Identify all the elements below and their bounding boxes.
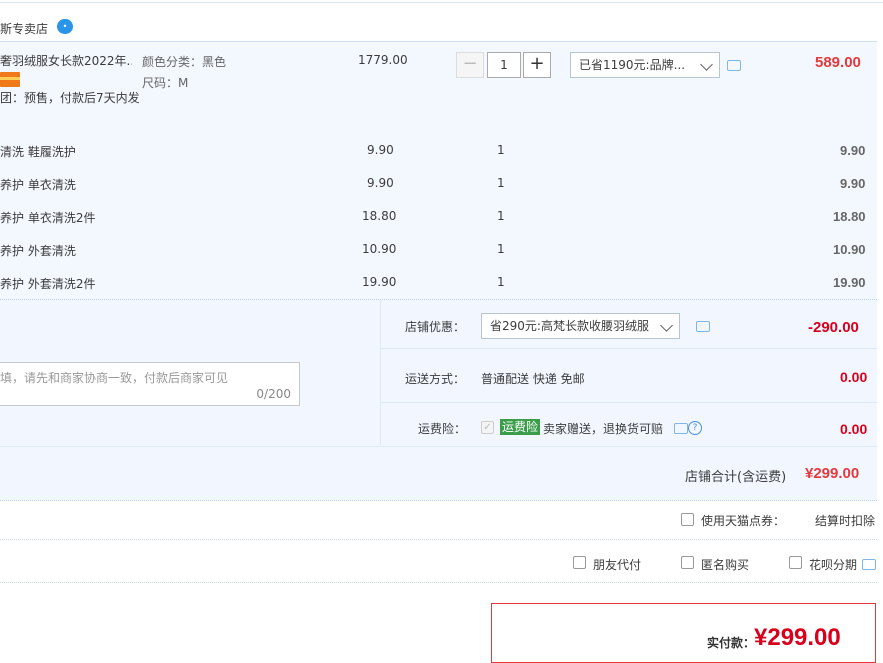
huabei-checkbox[interactable]: [789, 556, 802, 569]
wangwang-icon[interactable]: •: [57, 19, 73, 34]
coupon-checkbox[interactable]: [681, 513, 694, 526]
service-subtotal: 9.90: [840, 176, 866, 191]
card-icon: [0, 72, 20, 87]
shipping-value: 普通配送 快递 免邮: [481, 372, 585, 386]
shipping-amount: 0.00: [840, 369, 868, 385]
service-price: 9.90: [367, 143, 394, 157]
service-qty: 1: [497, 275, 505, 289]
presale-note: 团：预售，付款后7天内发: [0, 91, 140, 105]
service-row-4: 养护 外套清洗 10.90 1 10.90: [0, 242, 877, 262]
buyer-message-field[interactable]: 填，请先和商家协商一致，付款后商家可见 0/200: [0, 362, 300, 406]
service-price: 18.80: [362, 209, 397, 223]
item-subtotal: 589.00: [815, 54, 861, 71]
service-name: 养护 单衣清洗: [0, 178, 76, 192]
service-row-5: 养护 外套清洗2件 19.90 1 19.90: [0, 275, 877, 295]
message-counter: 0/200: [256, 387, 291, 401]
store-total-amount: ¥299.00: [805, 465, 860, 482]
coupon-label: 使用天猫点券：: [701, 514, 786, 528]
insurance-label: 运费险：: [418, 422, 467, 436]
chevron-down-icon: [660, 319, 673, 332]
insurance-desc: 卖家赠送，退换货可赔: [543, 422, 664, 436]
store-discount-select[interactable]: 省290元:高梵长款收腰羽绒服: [481, 313, 680, 339]
store-name[interactable]: 斯专卖店: [0, 20, 48, 37]
chat-icon[interactable]: [727, 60, 741, 71]
service-qty: 1: [497, 176, 505, 190]
pay-label: 实付款：: [707, 636, 756, 650]
service-row-1: 清洗 鞋履洗护 9.90 1 9.90: [0, 143, 877, 163]
unit-price: 1779.00: [358, 53, 408, 67]
qty-input[interactable]: 1: [487, 52, 521, 78]
service-row-2: 养护 单衣清洗 9.90 1 9.90: [0, 176, 877, 196]
insurance-tag: 运费险: [500, 419, 541, 435]
message-placeholder: 填，请先和商家协商一致，付款后商家可见: [0, 371, 229, 385]
service-price: 9.90: [367, 176, 394, 190]
chat-icon[interactable]: [862, 559, 876, 570]
service-qty: 1: [497, 209, 505, 223]
store-total-label: 店铺合计(含运费): [685, 470, 787, 485]
insurance-amount: 0.00: [840, 421, 868, 437]
service-price: 10.90: [362, 242, 397, 256]
store-discount-amount: -290.00: [808, 319, 859, 336]
friend-pay-checkbox[interactable]: [573, 556, 586, 569]
qty-increase-button[interactable]: +: [523, 52, 551, 78]
item-discount-value: 已省1190元:品牌...: [579, 58, 686, 72]
anonymous-label: 匿名购买: [701, 558, 750, 572]
insurance-checkbox[interactable]: ✓: [481, 421, 494, 434]
item-discount-select[interactable]: 已省1190元:品牌...: [570, 52, 720, 78]
service-name: 清洗 鞋履洗护: [0, 145, 76, 159]
friend-pay-label: 朋友代付: [593, 558, 642, 572]
service-name: 养护 单衣清洗2件: [0, 211, 96, 225]
service-subtotal: 10.90: [833, 242, 866, 257]
pay-summary-box: 实付款： ¥299.00: [491, 603, 876, 663]
service-subtotal: 9.90: [840, 143, 866, 158]
chat-icon[interactable]: [674, 423, 688, 434]
item-attr-color: 颜色分类：黑色: [142, 55, 227, 69]
service-name: 养护 外套清洗2件: [0, 277, 96, 291]
pay-amount: ¥299.00: [754, 624, 841, 651]
item-attr-size: 尺码：M: [142, 76, 189, 90]
service-qty: 1: [497, 143, 505, 157]
huabei-label: 花呗分期: [809, 558, 858, 572]
chevron-down-icon: [700, 58, 713, 71]
store-discount-label: 店铺优惠：: [405, 320, 466, 334]
item-title[interactable]: 奢羽绒服女长款2022年...: [0, 52, 132, 69]
service-price: 19.90: [362, 275, 397, 289]
help-icon[interactable]: ?: [688, 421, 702, 435]
block-divider: [380, 300, 381, 445]
service-qty: 1: [497, 242, 505, 256]
service-subtotal: 19.90: [833, 275, 866, 290]
shipping-label: 运送方式：: [405, 372, 466, 386]
store-discount-value: 省290元:高梵长款收腰羽绒服: [490, 319, 649, 333]
service-name: 养护 外套清洗: [0, 244, 76, 258]
chat-icon[interactable]: [696, 321, 710, 332]
coupon-note: 结算时扣除: [815, 514, 876, 528]
service-subtotal: 18.80: [833, 209, 866, 224]
anonymous-checkbox[interactable]: [681, 556, 694, 569]
service-row-3: 养护 单衣清洗2件 18.80 1 18.80: [0, 209, 877, 229]
qty-decrease-button[interactable]: −: [456, 52, 484, 78]
